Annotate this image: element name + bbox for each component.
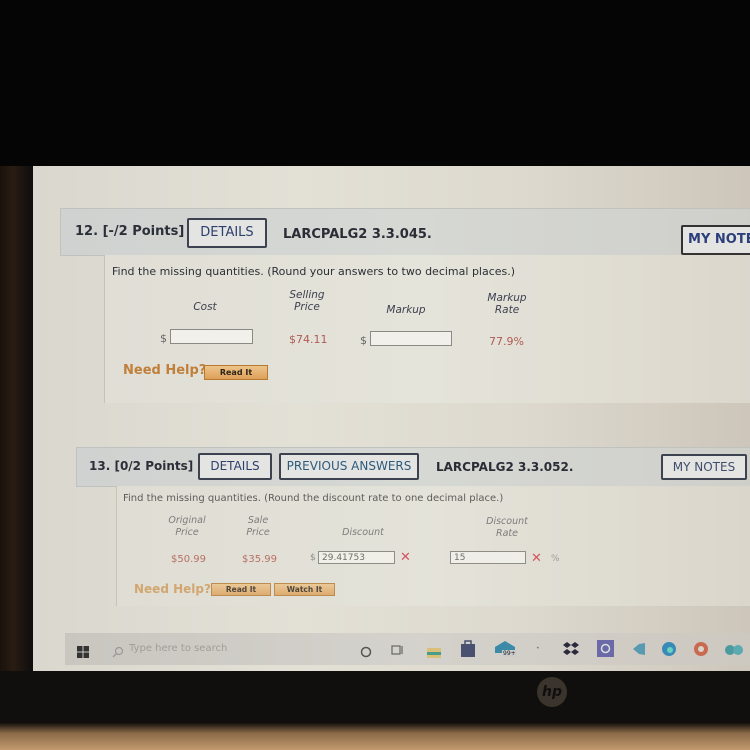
q12-number: 12. [-/2 Points] bbox=[75, 224, 185, 239]
q13-discount-rate-incorrect-icon: ✕ bbox=[531, 551, 542, 566]
background-surface bbox=[0, 722, 750, 750]
q13-col-original-price: Original Price bbox=[168, 515, 206, 538]
q13-details-button[interactable]: DETAILS bbox=[198, 453, 272, 480]
q13-sale-price: $35.99 bbox=[242, 554, 277, 565]
app-teal-icon[interactable] bbox=[725, 642, 743, 656]
vscode-icon[interactable] bbox=[631, 641, 647, 655]
q13-discount-incorrect-icon: ✕ bbox=[400, 550, 411, 565]
windows-taskbar: Type here to search 99+ • bbox=[65, 633, 750, 665]
q13-original-price: $50.99 bbox=[171, 554, 206, 565]
q13-col-discount: Discount bbox=[342, 527, 384, 538]
store-icon[interactable] bbox=[461, 640, 475, 657]
q12-col-markup-rate: Markup Rate bbox=[487, 292, 527, 316]
q12-my-notes-button[interactable]: MY NOTES bbox=[681, 225, 750, 255]
app-purple-icon[interactable] bbox=[597, 640, 614, 657]
q13-read-it-button[interactable]: Read It bbox=[211, 583, 271, 596]
taskbar-search-box[interactable]: Type here to search bbox=[129, 643, 227, 654]
dropbox-icon[interactable] bbox=[563, 641, 579, 655]
q13-number: 13. [0/2 Points] bbox=[89, 459, 194, 473]
q13-previous-answers-button[interactable]: PREVIOUS ANSWERS bbox=[279, 453, 419, 480]
q13-header: 13. [0/2 Points] DETAILS PREVIOUS ANSWER… bbox=[76, 447, 750, 487]
q12-need-help: Need Help? bbox=[123, 363, 207, 378]
search-icon[interactable] bbox=[112, 643, 124, 658]
q13-my-notes-button[interactable]: MY NOTES bbox=[661, 454, 747, 480]
q12-details-button[interactable]: DETAILS bbox=[187, 218, 267, 248]
q12-read-it-button[interactable]: Read It bbox=[204, 365, 268, 380]
q13-percent-sign: % bbox=[551, 554, 560, 564]
q12-instruction: Find the missing quantities. (Round your… bbox=[112, 265, 516, 278]
q12-code: LARCPALG2 3.3.045. bbox=[283, 227, 432, 242]
q13-instruction: Find the missing quantities. (Round the … bbox=[123, 493, 504, 504]
q12-body: Find the missing quantities. (Round your… bbox=[104, 255, 750, 403]
q13-body: Find the missing quantities. (Round the … bbox=[116, 486, 750, 606]
q13-col-discount-rate: Discount Rate bbox=[486, 516, 528, 539]
q13-discount-dollar: $ bbox=[310, 553, 316, 563]
windows-start-icon[interactable] bbox=[77, 643, 89, 658]
q12-cost-input[interactable] bbox=[170, 329, 253, 344]
screen-bezel-left bbox=[0, 166, 33, 671]
q13-need-help: Need Help? bbox=[134, 582, 211, 596]
q13-discount-rate-input[interactable] bbox=[450, 551, 526, 564]
q12-col-selling-price: Selling Price bbox=[289, 289, 325, 313]
cortana-icon[interactable] bbox=[360, 643, 372, 658]
q13-discount-input[interactable] bbox=[318, 551, 395, 564]
task-view-icon[interactable] bbox=[391, 642, 405, 656]
hp-logo: hp bbox=[537, 677, 567, 707]
file-explorer-icon[interactable] bbox=[427, 643, 441, 658]
q12-markup-rate: 77.9% bbox=[489, 335, 524, 348]
q12-markup-dollar: $ bbox=[360, 334, 367, 347]
q12-col-cost: Cost bbox=[193, 301, 217, 313]
q13-code: LARCPALG2 3.3.052. bbox=[436, 460, 574, 474]
edge-icon[interactable] bbox=[661, 641, 677, 657]
q12-cost-dollar: $ bbox=[160, 332, 167, 345]
q12-points: [-/2 Points] bbox=[102, 224, 185, 239]
q13-points: [0/2 Points] bbox=[114, 459, 194, 473]
q12-col-markup: Markup bbox=[386, 304, 426, 316]
chrome-icon[interactable] bbox=[693, 641, 709, 657]
taskbar-dot: • bbox=[536, 645, 540, 652]
q12-markup-input[interactable] bbox=[370, 331, 452, 346]
q13-watch-it-button[interactable]: Watch It bbox=[274, 583, 335, 596]
q12-header: 12. [-/2 Points] DETAILS LARCPALG2 3.3.0… bbox=[60, 208, 750, 256]
q13-col-sale-price: Sale Price bbox=[246, 515, 270, 538]
q12-selling-price: $74.11 bbox=[289, 333, 328, 346]
mail-badge: 99+ bbox=[502, 650, 517, 657]
